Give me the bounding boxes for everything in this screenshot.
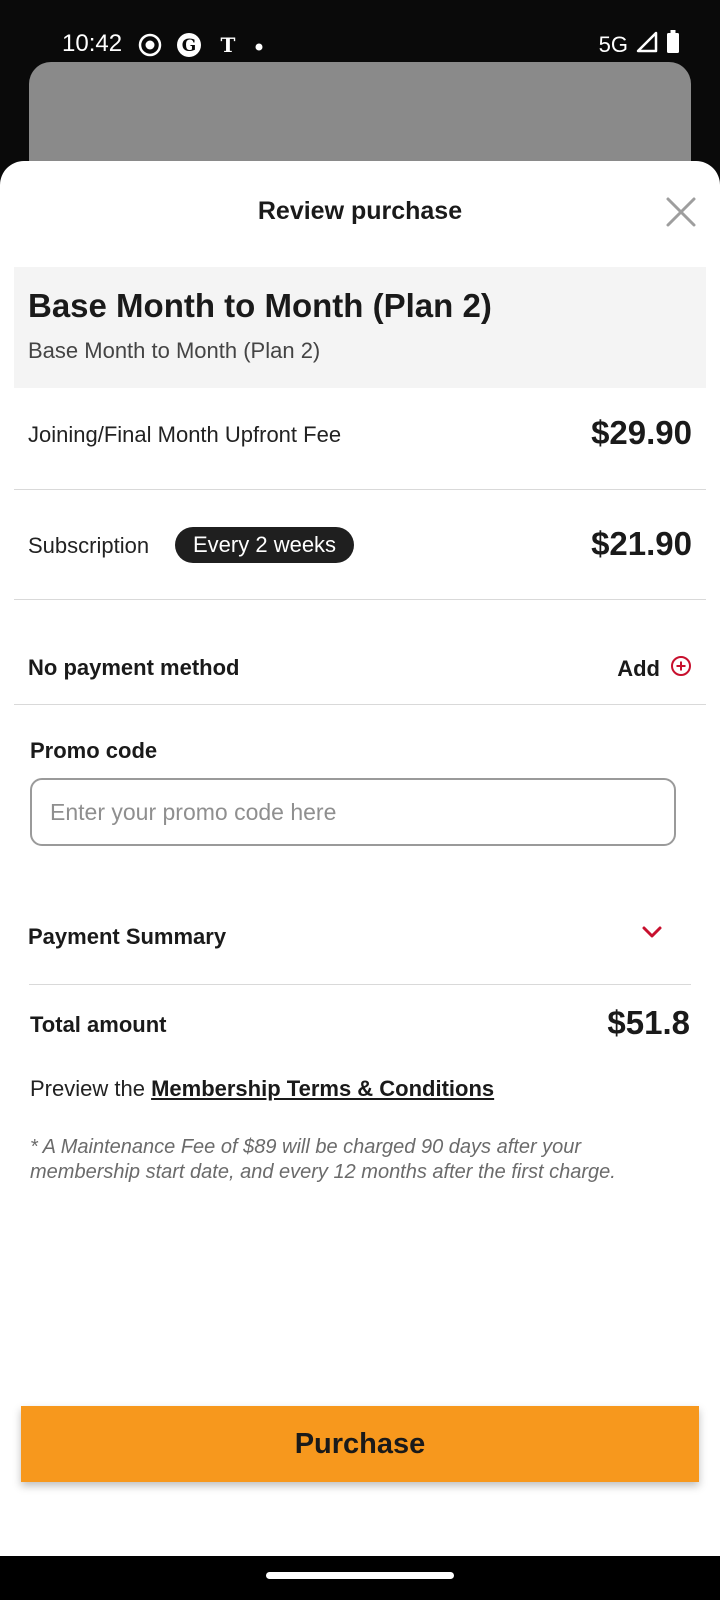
plan-subtitle: Base Month to Month (Plan 2) <box>28 338 321 363</box>
add-payment-button[interactable]: Add <box>617 655 692 683</box>
status-notification-icons: G T <box>138 32 264 63</box>
promo-code-input[interactable] <box>30 778 676 846</box>
joining-fee-label: Joining/Final Month Upfront Fee <box>28 422 342 447</box>
signal-icon <box>636 31 658 59</box>
total-amount-label: Total amount <box>30 1012 167 1037</box>
divider <box>14 599 706 600</box>
purchase-button[interactable]: Purchase <box>21 1406 699 1482</box>
svg-text:G: G <box>182 36 197 56</box>
notification-dot-icon <box>254 39 264 57</box>
maintenance-fee-note: * A Maintenance Fee of $89 will be charg… <box>30 1136 616 1183</box>
terms-prefix: Preview the <box>30 1076 145 1101</box>
divider <box>14 489 706 490</box>
total-amount-value: $51.8 <box>607 1004 690 1041</box>
home-gesture-handle[interactable] <box>266 1572 454 1579</box>
plan-name: Base Month to Month (Plan 2) <box>28 287 492 324</box>
add-label: Add <box>617 656 660 681</box>
payment-method-label: No payment method <box>28 655 240 680</box>
network-type: 5G <box>598 32 628 57</box>
screen-record-icon <box>138 33 162 62</box>
review-purchase-sheet: Review purchase Base Month to Month (Pla… <box>0 161 720 1556</box>
divider <box>14 704 706 705</box>
battery-icon <box>666 30 680 60</box>
subscription-label: Subscription <box>28 533 150 558</box>
subscription-price: $21.90 <box>591 525 692 562</box>
joining-fee-price: $29.90 <box>591 414 692 451</box>
guardian-icon: G <box>176 32 202 63</box>
status-time: 10:42 <box>62 30 123 57</box>
payment-summary-toggle[interactable] <box>640 920 664 949</box>
chevron-down-icon <box>642 926 662 938</box>
close-icon <box>666 197 696 227</box>
divider <box>29 984 691 985</box>
svg-text:T: T <box>221 33 236 57</box>
terms-line: Preview the Membership Terms & Condition… <box>30 1076 494 1102</box>
close-button[interactable] <box>662 193 700 231</box>
promo-code-label: Promo code <box>30 738 158 763</box>
sheet-title: Review purchase <box>257 197 463 225</box>
subscription-frequency-badge: Every 2 weeks <box>175 527 355 563</box>
plan-card: Base Month to Month (Plan 2) Base Month … <box>14 267 706 388</box>
plus-circle-icon <box>670 655 692 683</box>
payment-summary-label: Payment Summary <box>28 924 227 949</box>
nytimes-icon: T <box>216 33 240 62</box>
navigation-bar <box>0 1556 720 1600</box>
membership-terms-link[interactable]: Membership Terms & Conditions <box>151 1076 494 1101</box>
status-right: 5G <box>599 30 680 60</box>
